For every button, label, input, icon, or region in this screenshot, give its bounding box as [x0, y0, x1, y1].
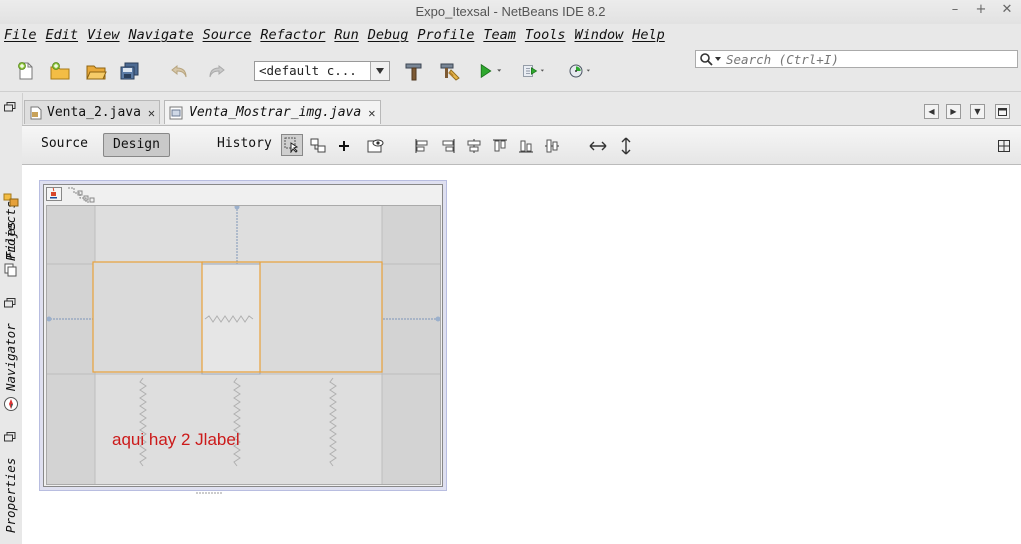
menu-tools[interactable]: Tools — [525, 27, 566, 43]
menu-profile[interactable]: Profile — [417, 27, 474, 43]
files-icon — [4, 263, 18, 281]
show-opened-documents-icon[interactable]: ▼ — [970, 104, 985, 119]
run-icon[interactable] — [478, 60, 502, 82]
menu-refactor[interactable]: Refactor — [260, 27, 325, 43]
restore-window-icon[interactable] — [4, 431, 16, 446]
menu-source[interactable]: Source — [203, 27, 252, 43]
maximize-button[interactable]: + — [975, 2, 987, 17]
window-controls: – + ✕ — [949, 2, 1013, 17]
navigator-compass-icon — [3, 396, 19, 416]
redo-icon[interactable] — [204, 60, 228, 82]
group-layout-area[interactable]: aqui hay 2 Jlabel — [46, 205, 441, 485]
clean-build-icon[interactable] — [438, 60, 462, 82]
center-vertically-icon[interactable] — [542, 136, 562, 156]
menu-help[interactable]: Help — [632, 27, 665, 43]
selection-mode-icon[interactable] — [281, 134, 303, 156]
layout-tree-icon — [66, 187, 108, 207]
align-top-icon[interactable] — [490, 136, 510, 156]
tab-venta-2[interactable]: Venta_2.java ✕ — [24, 100, 160, 124]
form-file-icon — [169, 106, 183, 119]
new-project-icon[interactable] — [48, 60, 72, 82]
preview-design-icon[interactable] — [366, 136, 386, 156]
title-bar: Expo_Itexsal - NetBeans IDE 8.2 – + ✕ — [0, 0, 1021, 24]
menu-run[interactable]: Run — [334, 27, 358, 43]
debug-icon[interactable] — [522, 60, 546, 82]
side-tab-files[interactable]: Files — [3, 213, 19, 263]
maximize-window-icon[interactable] — [995, 104, 1010, 119]
main-toolbar: <default c... — [0, 50, 1021, 92]
resize-horizontal-icon[interactable] — [588, 136, 608, 156]
menu-list: File Edit View Navigate Source Refactor … — [4, 27, 674, 43]
menu-view[interactable]: View — [87, 27, 120, 43]
minimize-button[interactable]: – — [949, 2, 961, 17]
add-component-icon[interactable] — [334, 136, 354, 156]
side-tab-properties-label: Properties — [3, 457, 18, 533]
restore-window-icon[interactable] — [4, 101, 16, 116]
restore-window-icon[interactable] — [4, 297, 16, 312]
menu-team[interactable]: Team — [483, 27, 516, 43]
window-title: Expo_Itexsal - NetBeans IDE 8.2 — [415, 4, 606, 19]
editor-view-toolbar: Source Design History — [22, 125, 1021, 165]
menu-bar: File Edit View Navigate Source Refactor … — [0, 24, 1021, 68]
menu-window[interactable]: Window — [574, 27, 623, 43]
connection-mode-icon[interactable] — [308, 136, 328, 156]
java-cup-icon — [46, 187, 62, 205]
menu-debug[interactable]: Debug — [368, 27, 409, 43]
jframe-form[interactable]: aqui hay 2 Jlabel — [43, 184, 443, 494]
align-left-icon[interactable] — [412, 136, 432, 156]
side-tab-navigator-label: Navigator — [3, 323, 18, 391]
undo-icon[interactable] — [168, 60, 192, 82]
editor-tabs-row: Venta_2.java ✕ Venta_Mostrar_img.java ✕ … — [22, 97, 1021, 125]
annotation-label[interactable]: aqui hay 2 Jlabel — [112, 430, 240, 450]
side-tab-files-label: Files — [3, 221, 18, 259]
design-view-button[interactable]: Design — [103, 133, 170, 157]
expand-editor-icon[interactable] — [994, 136, 1014, 156]
align-right-icon[interactable] — [438, 136, 458, 156]
jframe-form-selection[interactable]: aqui hay 2 Jlabel — [39, 180, 447, 494]
open-project-icon[interactable] — [84, 60, 108, 82]
tab-venta-2-label: Venta_2.java — [47, 105, 141, 120]
scroll-tabs-right-icon[interactable]: ▶ — [946, 104, 961, 119]
configuration-combo-value: <default c... — [259, 63, 357, 78]
layout-guides — [47, 206, 440, 484]
align-bottom-icon[interactable] — [516, 136, 536, 156]
side-panel-strip: Projects Files Navigator Properties — [0, 93, 23, 544]
chevron-down-icon[interactable] — [370, 62, 389, 80]
history-view-button[interactable]: History — [208, 133, 281, 157]
menu-edit[interactable]: Edit — [46, 27, 79, 43]
side-tab-properties[interactable]: Properties — [3, 451, 19, 535]
center-horizontally-icon[interactable] — [464, 136, 484, 156]
configuration-combo[interactable]: <default c... — [254, 61, 390, 81]
java-file-icon — [30, 106, 42, 119]
profile-icon[interactable] — [568, 60, 592, 82]
menu-file[interactable]: File — [4, 27, 37, 43]
resize-vertical-icon[interactable] — [616, 136, 636, 156]
side-tab-navigator[interactable]: Navigator — [3, 319, 19, 393]
save-all-icon[interactable] — [118, 60, 142, 82]
menu-navigate[interactable]: Navigate — [129, 27, 194, 43]
close-icon[interactable]: ✕ — [368, 106, 375, 120]
source-view-button[interactable]: Source — [32, 133, 97, 157]
tab-venta-mostrar-img-label: Venta_Mostrar_img.java — [189, 105, 362, 120]
build-hammer-icon[interactable] — [402, 60, 426, 82]
new-file-icon[interactable] — [14, 60, 38, 82]
projects-icon — [3, 193, 19, 211]
close-icon[interactable]: ✕ — [148, 106, 155, 120]
close-window-button[interactable]: ✕ — [1001, 2, 1013, 17]
tab-venta-mostrar-img[interactable]: Venta_Mostrar_img.java ✕ — [164, 100, 381, 124]
design-canvas[interactable]: aqui hay 2 Jlabel — [22, 165, 1021, 544]
scroll-tabs-left-icon[interactable]: ◀ — [924, 104, 939, 119]
resize-handle-icon[interactable] — [196, 484, 222, 494]
